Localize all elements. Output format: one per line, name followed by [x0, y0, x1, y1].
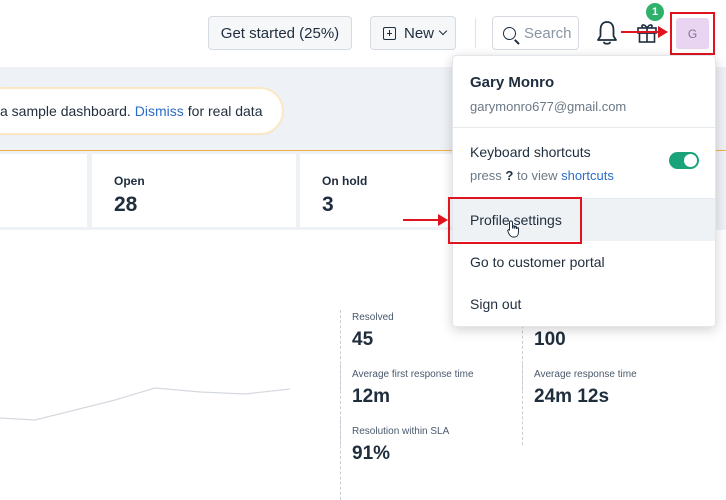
keyboard-shortcuts-label: Keyboard shortcuts	[470, 144, 591, 160]
notification-bell-icon[interactable]	[596, 20, 618, 46]
dismiss-link[interactable]: Dismiss	[135, 103, 184, 119]
metric-value: 91%	[352, 443, 391, 464]
metric-first-response: Average first response time 12m	[352, 369, 474, 408]
stat-card-hidden	[0, 154, 87, 227]
new-button[interactable]: New	[370, 16, 456, 50]
hint-key: ?	[505, 168, 514, 183]
banner-text-before: a sample dashboard.	[0, 103, 131, 119]
dropdown-user-info: Gary Monro garymonro677@gmail.com	[453, 56, 715, 128]
hint-middle: to view	[517, 168, 558, 183]
metric-sla: Resolution within SLA 91%	[352, 426, 449, 465]
keyboard-shortcuts-hint: press ? to view shortcuts	[470, 168, 614, 183]
shortcuts-link[interactable]: shortcuts	[561, 168, 614, 183]
stat-card-open[interactable]: Open 28	[92, 154, 296, 227]
user-name: Gary Monro	[470, 74, 555, 91]
sign-out-item[interactable]: Sign out	[453, 283, 715, 325]
search-icon	[503, 26, 516, 40]
metric-divider	[522, 365, 523, 445]
stat-label: On hold	[322, 174, 368, 188]
metric-avg-response: Average response time 24m 12s	[534, 369, 637, 408]
keyboard-shortcuts-row: Keyboard shortcuts press ? to view short…	[470, 144, 614, 183]
metric-divider	[340, 420, 341, 500]
customer-portal-item[interactable]: Go to customer portal	[453, 241, 715, 283]
stat-label: Open	[114, 174, 145, 188]
sample-dashboard-banner: a sample dashboard. Dismiss for real dat…	[0, 89, 282, 133]
metric-label: Resolution within SLA	[352, 426, 450, 437]
annotation-arrow-avatar	[621, 26, 668, 38]
metric-value: 24m 12s	[534, 386, 610, 407]
metric-value: 12m	[352, 386, 391, 407]
metric-resolved: Resolved 45	[352, 312, 394, 351]
keyboard-shortcuts-toggle[interactable]	[669, 152, 699, 169]
get-started-button[interactable]: Get started (25%)	[208, 16, 352, 50]
metric-value: 100	[534, 329, 566, 350]
plus-square-icon	[383, 26, 396, 40]
trend-line-chart	[0, 387, 291, 421]
chevron-down-icon	[438, 26, 448, 36]
hint-prefix: press	[470, 168, 502, 183]
profile-dropdown-menu: Gary Monro garymonro677@gmail.com Keyboa…	[452, 55, 716, 327]
new-button-label: New	[404, 24, 435, 42]
gift-count-badge: 1	[646, 3, 664, 21]
metric-value: 45	[352, 329, 374, 350]
hand-pointer-icon	[507, 220, 519, 238]
metric-label: Average response time	[534, 369, 637, 380]
metric-label: Average first response time	[352, 369, 474, 380]
user-email: garymonro677@gmail.com	[470, 99, 627, 114]
avatar[interactable]: G	[676, 18, 709, 49]
annotation-arrow-profile	[403, 214, 448, 226]
banner-text-after: for real data	[187, 103, 263, 119]
search-input[interactable]	[524, 24, 576, 42]
stat-card-on-hold[interactable]: On hold 3	[300, 154, 460, 227]
header-divider	[475, 18, 476, 48]
avatar-highlight-box: G	[670, 12, 715, 55]
stat-value: 28	[114, 193, 138, 216]
search-box[interactable]	[492, 16, 579, 50]
metric-label: Resolved	[352, 312, 394, 323]
